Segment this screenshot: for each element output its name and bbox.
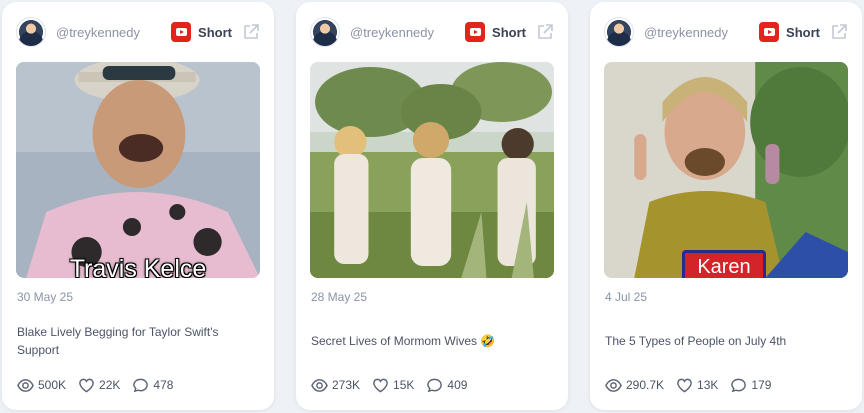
video-title[interactable]: The 5 Types of People on July 4th (605, 322, 842, 360)
comment-icon (427, 378, 443, 392)
external-link-icon[interactable] (536, 23, 554, 41)
external-link-icon[interactable] (242, 23, 260, 41)
video-thumbnail[interactable]: Travis Kelce (16, 62, 260, 278)
thumbnail-caption: Karen (682, 250, 766, 278)
youtube-icon (171, 22, 192, 42)
video-title-text: Blake Lively Begging for Taylor Swift's … (17, 325, 219, 357)
video-card[interactable]: @treykennedy Short 28 May 25 Secret Live… (296, 2, 568, 410)
eye-icon (311, 378, 328, 392)
likes-stat: 22K (78, 377, 120, 394)
video-type-label: Short (198, 24, 232, 40)
eye-icon (17, 378, 34, 392)
channel-handle[interactable]: @treykennedy (350, 25, 465, 40)
card-header: @treykennedy Short (604, 16, 848, 48)
eye-icon (605, 378, 622, 392)
thumbnail-image (16, 62, 260, 278)
video-title-text: The 5 Types of People on July 4th (605, 334, 787, 348)
video-title-text: Secret Lives of Mormom Wives 🤣 (311, 334, 496, 348)
youtube-icon (759, 22, 780, 42)
comment-icon (731, 378, 747, 392)
thumbnail-caption: Travis Kelce (69, 255, 207, 278)
heart-icon (373, 378, 388, 392)
comments-count: 179 (751, 378, 772, 392)
avatar[interactable] (604, 17, 634, 47)
stats-row: 290.7K 13K 179 (605, 376, 783, 394)
card-header: @treykennedy Short (16, 16, 260, 48)
comments-count: 409 (447, 378, 468, 392)
comments-stat: 478 (132, 377, 173, 394)
video-thumbnail[interactable]: Karen (604, 62, 848, 278)
thumbnail-image (310, 62, 554, 278)
views-count: 290.7K (626, 378, 665, 392)
comment-icon (133, 378, 149, 392)
likes-count: 13K (697, 378, 719, 392)
likes-stat: 15K (372, 377, 414, 394)
video-title[interactable]: Secret Lives of Mormom Wives 🤣 (311, 322, 548, 360)
likes-count: 22K (99, 378, 121, 392)
video-thumbnail[interactable] (310, 62, 554, 278)
thumbnail-image (604, 62, 848, 278)
youtube-icon (465, 22, 486, 42)
video-card[interactable]: @treykennedy Short Karen 4 Jul 25 The 5 … (590, 2, 862, 410)
views-stat: 273K (311, 377, 360, 394)
video-card[interactable]: @treykennedy Short Travis Kelce 30 May 2… (2, 2, 274, 410)
channel-handle[interactable]: @treykennedy (644, 25, 759, 40)
card-header: @treykennedy Short (310, 16, 554, 48)
video-title[interactable]: Blake Lively Begging for Taylor Swift's … (17, 322, 254, 360)
avatar[interactable] (310, 17, 340, 47)
comments-count: 478 (153, 378, 174, 392)
stats-row: 273K 15K 409 (311, 376, 479, 394)
post-date: 28 May 25 (311, 290, 368, 304)
views-stat: 290.7K (605, 377, 664, 394)
external-link-icon[interactable] (830, 23, 848, 41)
post-date: 4 Jul 25 (605, 290, 648, 304)
video-type-label: Short (492, 24, 526, 40)
heart-icon (79, 378, 94, 392)
views-count: 273K (332, 378, 361, 392)
video-type-label: Short (786, 24, 820, 40)
comments-stat: 409 (426, 377, 467, 394)
likes-count: 15K (393, 378, 415, 392)
post-date: 30 May 25 (17, 290, 74, 304)
likes-stat: 13K (676, 377, 718, 394)
channel-handle[interactable]: @treykennedy (56, 25, 171, 40)
stats-row: 500K 22K 478 (17, 376, 185, 394)
avatar[interactable] (16, 17, 46, 47)
views-count: 500K (38, 378, 67, 392)
views-stat: 500K (17, 377, 66, 394)
comments-stat: 179 (730, 377, 771, 394)
heart-icon (677, 378, 692, 392)
